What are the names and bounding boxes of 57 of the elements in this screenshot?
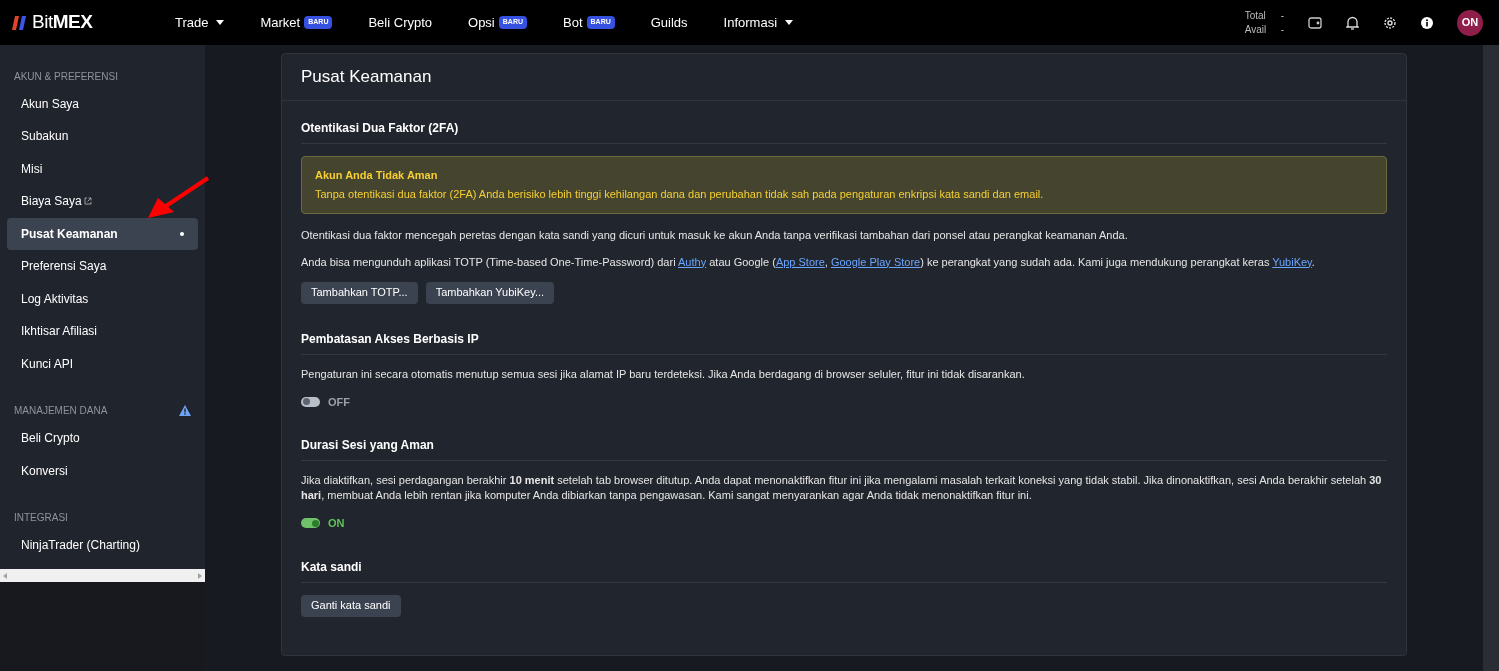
logo-icon bbox=[12, 15, 28, 30]
description-text: Anda bisa mengunduh aplikasi TOTP (Time-based One-Time-Password) dari Authy atau Google (App Store, Google Play Store) ke perangkat yang sudah ada. Kami juga mendukung perangkat keras YubiKey. bbox=[301, 254, 1316, 270]
text-link[interactable]: Authy bbox=[678, 255, 707, 268]
toggle-label: OFF bbox=[328, 394, 350, 410]
balance-value: - bbox=[1280, 22, 1284, 37]
wallet-icon[interactable] bbox=[1308, 16, 1322, 29]
toggle-switch[interactable] bbox=[301, 518, 320, 529]
info-icon[interactable] bbox=[1421, 16, 1433, 29]
sidebar-item[interactable]: NinjaTrader (Charting) bbox=[7, 529, 198, 561]
section-heading: Kata sandi bbox=[301, 557, 1387, 583]
vertical-scrollbar[interactable] bbox=[1483, 45, 1499, 671]
balance-value: - bbox=[1280, 8, 1284, 23]
sidebar-group-title: MANAJEMEN DANA bbox=[14, 404, 108, 418]
action-button[interactable]: Tambahkan YubiKey... bbox=[425, 281, 555, 304]
text-link[interactable]: YubiKey bbox=[1272, 255, 1312, 268]
caret-icon bbox=[216, 20, 225, 25]
user-avatar[interactable]: ON bbox=[1457, 9, 1483, 36]
balance-label: Avail bbox=[1244, 22, 1268, 37]
nav-menu-item[interactable]: Beli Crypto bbox=[350, 12, 451, 33]
caret-icon bbox=[785, 20, 794, 25]
balance-label: Total bbox=[1244, 8, 1267, 23]
sidebar-group-title: INTEGRASI bbox=[14, 511, 68, 525]
section-heading: Pembatasan Akses Berbasis IP bbox=[301, 329, 1387, 355]
sidebar-item[interactable]: Akun Saya bbox=[7, 87, 198, 120]
sidebar-group-title: AKUN & PREFERENSI bbox=[14, 69, 118, 84]
sidebar-item[interactable]: Subakun bbox=[7, 120, 198, 152]
sidebar-item[interactable]: Biaya Saya bbox=[7, 185, 198, 217]
brand-logo[interactable]: BitMEX bbox=[32, 8, 93, 37]
nav-menu-item[interactable]: Informasi bbox=[705, 12, 812, 33]
sidebar-item[interactable]: Log Aktivitas bbox=[7, 282, 198, 315]
warning-icon bbox=[179, 405, 191, 416]
description-text: Jika diaktifkan, sesi perdagangan berakhir 10 menit setelah tab browser ditutup. Anda dapat menonaktifkan fitur ini jika mengalami masalah terkait koneksi yang tidak stabil. Jika dinonaktifkan, sesi Anda berakhir setelah 30 hari, membuat Anda lebih rentan jika komputer Anda dibiarkan tanpa pengawasan. Kami sangat menyarankan agar Anda tidak menonaktifkan fitur ini. bbox=[301, 473, 1383, 503]
sidebar-item[interactable]: Pusat Keamanan bbox=[7, 217, 198, 250]
sidebar-item[interactable]: Misi bbox=[7, 152, 198, 185]
toggle-label: ON bbox=[328, 516, 345, 531]
bell-icon[interactable] bbox=[1346, 15, 1359, 30]
section-heading: Durasi Sesi yang Aman bbox=[301, 436, 1387, 461]
action-button[interactable]: Ganti kata sandi bbox=[301, 594, 401, 617]
page-title: Pusat Keamanan bbox=[282, 54, 1406, 101]
section-heading: Otentikasi Dua Faktor (2FA) bbox=[301, 118, 1387, 144]
description-text: Otentikasi dua faktor mencegah peretas dengan kata sandi yang dicuri untuk masuk ke akun Anda tanpa verifikasi tambahan dari ponsel atau perangkat keamanan Anda. bbox=[301, 227, 1129, 243]
sidebar-item[interactable]: Konversi bbox=[7, 454, 198, 487]
sidebar-item[interactable]: Beli Crypto bbox=[7, 422, 198, 454]
action-button[interactable]: Tambahkan TOTP... bbox=[301, 281, 418, 304]
text-link[interactable]: Google Play Store bbox=[830, 255, 921, 268]
settings-icon[interactable] bbox=[1383, 15, 1397, 30]
alert-text: Tanpa otentikasi dua faktor (2FA) Anda berisiko lebih tinggi kehilangan dana dan perubahan tidak sah pada pengaturan enkripsi kata sandi dan email. bbox=[315, 186, 1045, 202]
sidebar-item[interactable]: Kunci API bbox=[7, 347, 198, 380]
nav-menu-item[interactable]: Trade bbox=[157, 12, 243, 33]
annotation-arrow bbox=[146, 176, 210, 220]
sidebar-item[interactable]: Preferensi Saya bbox=[7, 250, 198, 282]
description-text: Pengaturan ini secara otomatis menutup semua sesi jika alamat IP baru terdeteksi. Jika Anda berdagang di browser seluler, fitur ini tidak disarankan. bbox=[301, 366, 1026, 382]
sidebar-item[interactable]: Ikhtisar Afiliasi bbox=[7, 315, 198, 347]
toggle-switch[interactable] bbox=[301, 396, 320, 407]
external-link-icon bbox=[83, 197, 92, 205]
alert-title: Akun Anda Tidak Aman bbox=[315, 167, 439, 183]
nav-menu-item[interactable]: Guilds bbox=[632, 12, 706, 33]
